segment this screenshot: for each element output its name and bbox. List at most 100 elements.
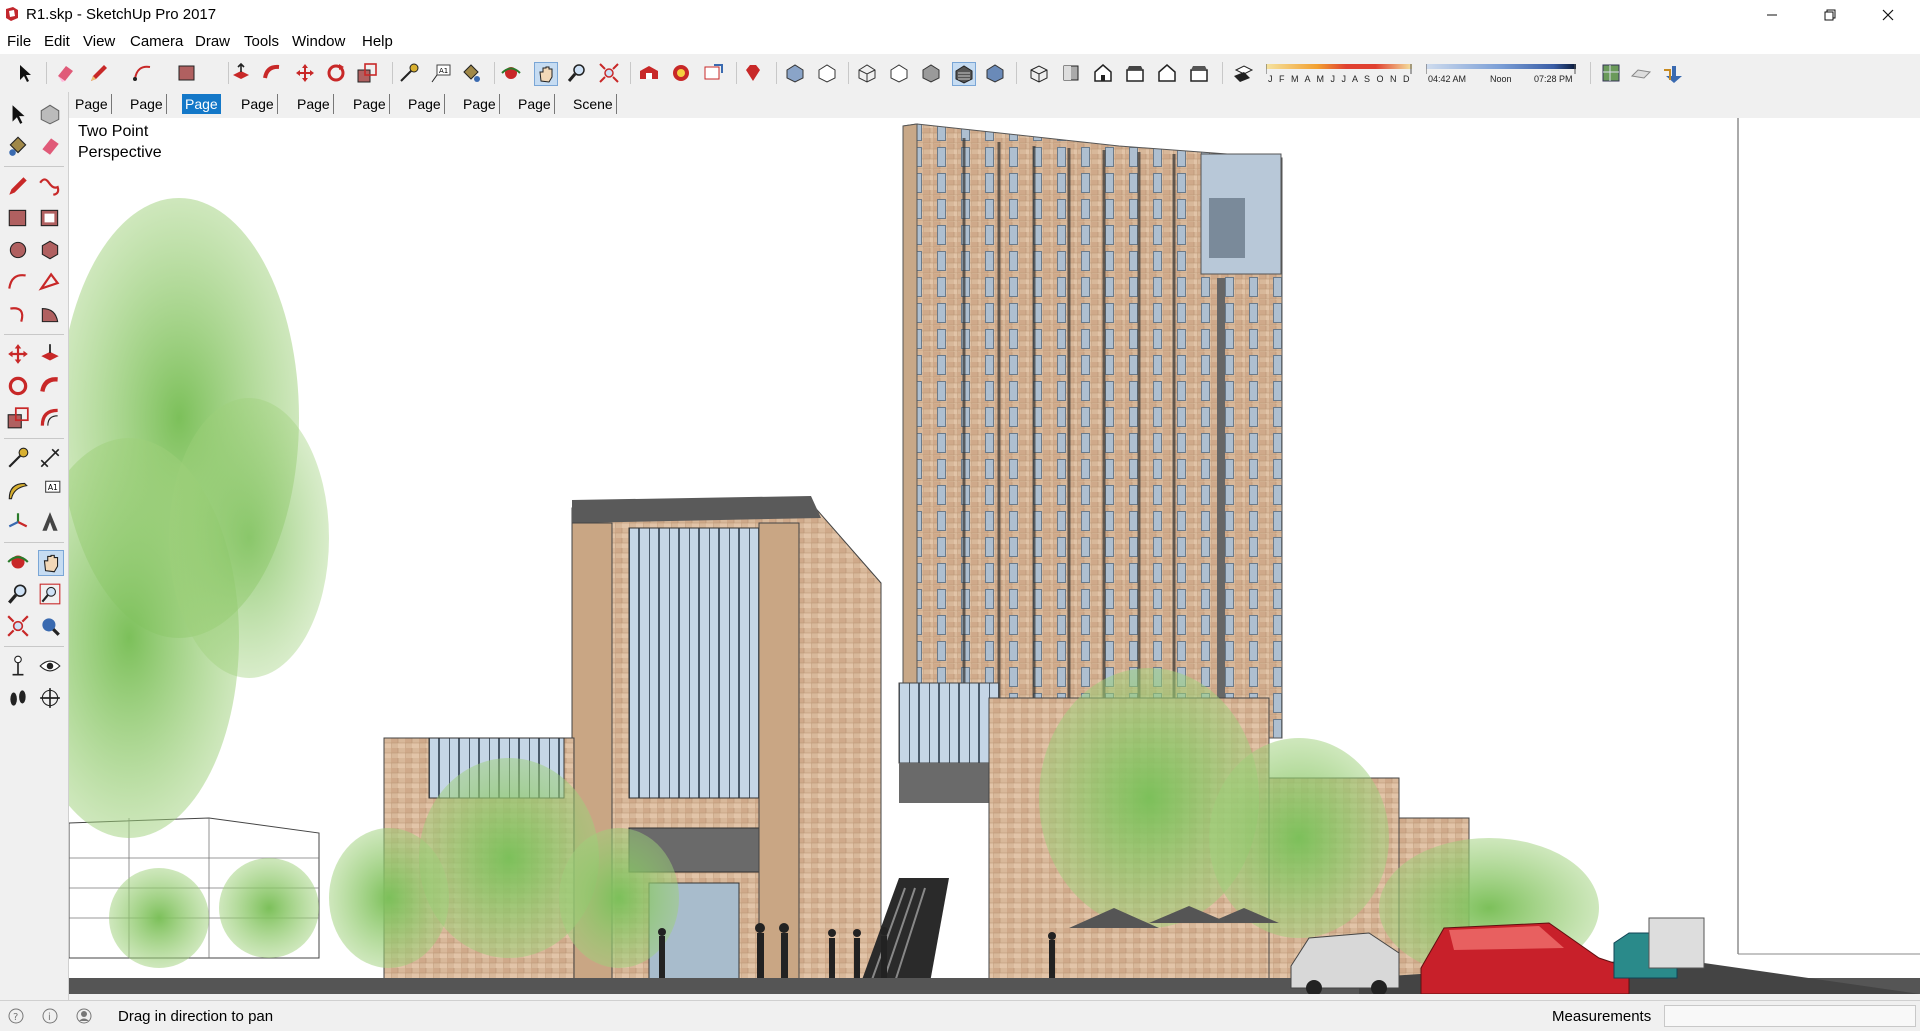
menu-draw[interactable]: Draw: [195, 33, 230, 50]
import-icon[interactable]: [1662, 62, 1684, 84]
rectangle-icon[interactable]: [6, 206, 30, 230]
menu-tools[interactable]: Tools: [244, 33, 279, 50]
menu-window[interactable]: Window: [292, 33, 345, 50]
tape-measure-icon[interactable]: [6, 446, 30, 470]
line-icon[interactable]: [6, 174, 30, 198]
rectangle-icon[interactable]: [176, 62, 198, 84]
rotate-icon[interactable]: [6, 374, 30, 398]
section-plane-icon[interactable]: [38, 686, 62, 710]
monochrome-icon[interactable]: [984, 62, 1006, 84]
two-point-arc-icon[interactable]: [38, 270, 62, 294]
pan-icon[interactable]: [38, 550, 64, 576]
pencil-icon[interactable]: [88, 62, 110, 84]
text-icon[interactable]: A1: [430, 62, 452, 84]
toggle-terrain-icon[interactable]: [1630, 62, 1652, 84]
eraser-icon[interactable]: [38, 134, 62, 158]
tab-page-4[interactable]: Page 4: [238, 94, 278, 132]
hidden-line-icon[interactable]: [888, 62, 910, 84]
3d-text-icon[interactable]: [38, 510, 62, 534]
back-view-icon[interactable]: [1156, 62, 1178, 84]
look-around-icon[interactable]: [38, 654, 62, 678]
follow-me-icon[interactable]: [261, 62, 283, 84]
component-icon[interactable]: [38, 102, 62, 126]
paint-icon[interactable]: [6, 134, 30, 158]
tab-page-6[interactable]: Page 6: [350, 94, 390, 132]
tab-scene-10[interactable]: Scene 10: [570, 94, 617, 132]
select-icon[interactable]: [14, 62, 36, 84]
model-viewport[interactable]: Two Point Perspective: [69, 118, 1920, 994]
tab-page-2[interactable]: Page 2: [127, 94, 167, 132]
polygon-icon[interactable]: [38, 238, 62, 262]
front-view-icon[interactable]: [1092, 62, 1114, 84]
tab-page-7[interactable]: Page 7: [405, 94, 445, 132]
zoom-extents-icon[interactable]: [598, 62, 620, 84]
zoom-extents-icon[interactable]: [6, 614, 30, 638]
geo-location-icon[interactable]: ?: [8, 1008, 24, 1024]
eraser-icon[interactable]: [54, 62, 76, 84]
warehouse-icon[interactable]: [638, 62, 660, 84]
tab-page-3[interactable]: Page 3: [182, 94, 221, 132]
freehand-icon[interactable]: [38, 174, 62, 198]
walk-icon[interactable]: [6, 686, 30, 710]
shadow-time-slider[interactable]: 04:42 AM Noon 07:28 PM: [1425, 64, 1576, 88]
follow-me-icon[interactable]: [38, 374, 62, 398]
zoom-window-icon[interactable]: [38, 582, 62, 606]
shaded-textures-icon[interactable]: [952, 62, 976, 86]
offset-icon[interactable]: [38, 406, 62, 430]
move-icon[interactable]: [294, 62, 316, 84]
menu-view[interactable]: View: [83, 33, 115, 50]
scale-icon[interactable]: [6, 406, 30, 430]
left-view-icon[interactable]: [1188, 62, 1210, 84]
add-location-icon[interactable]: [1600, 62, 1622, 84]
measurements-input[interactable]: [1664, 1005, 1916, 1027]
wireframe-icon[interactable]: [856, 62, 878, 84]
push-pull-icon[interactable]: [38, 342, 62, 366]
top-view-icon[interactable]: [1060, 62, 1082, 84]
tape-measure-icon[interactable]: [398, 62, 420, 84]
credits-icon[interactable]: i: [42, 1008, 58, 1024]
push-pull-icon[interactable]: [230, 62, 252, 84]
restore-button[interactable]: [1801, 0, 1859, 30]
iso-view-icon[interactable]: [1028, 62, 1050, 84]
minimize-button[interactable]: [1743, 0, 1801, 30]
close-button[interactable]: [1859, 0, 1917, 30]
zoom-icon[interactable]: [6, 582, 30, 606]
rotated-rectangle-icon[interactable]: [38, 206, 62, 230]
dimension-icon[interactable]: [38, 446, 62, 470]
tab-page-8[interactable]: Page 8: [460, 94, 500, 132]
shadow-month-slider[interactable]: J F M A M J J A S O N D: [1265, 64, 1412, 88]
menu-camera[interactable]: Camera: [130, 33, 183, 50]
previous-view-icon[interactable]: [38, 614, 62, 638]
paint-bucket-icon[interactable]: [460, 62, 482, 84]
share-model-icon[interactable]: [702, 62, 724, 84]
zoom-icon[interactable]: [566, 62, 588, 84]
orbit-icon[interactable]: [6, 550, 30, 574]
tab-page-1[interactable]: Page 1: [72, 94, 112, 132]
extension-warehouse-icon[interactable]: [670, 62, 692, 84]
xray-icon[interactable]: [784, 62, 806, 84]
arc-icon[interactable]: [6, 270, 30, 294]
menu-file[interactable]: File: [7, 33, 31, 50]
move-icon[interactable]: [6, 342, 30, 366]
arc-icon[interactable]: [132, 62, 154, 84]
rotate-icon[interactable]: [325, 62, 347, 84]
axes-icon[interactable]: [6, 510, 30, 534]
right-view-icon[interactable]: [1124, 62, 1146, 84]
user-account-icon[interactable]: [76, 1008, 92, 1024]
shaded-icon[interactable]: [920, 62, 942, 84]
tab-page-5[interactable]: Page 5: [294, 94, 334, 132]
menu-edit[interactable]: Edit: [44, 33, 70, 50]
shadows-icon[interactable]: [1232, 62, 1254, 84]
back-edges-icon[interactable]: [816, 62, 838, 84]
select-icon[interactable]: [6, 102, 30, 126]
protractor-icon[interactable]: [6, 478, 30, 502]
scale-icon[interactable]: [356, 62, 378, 84]
position-camera-icon[interactable]: [6, 654, 30, 678]
three-point-arc-icon[interactable]: [6, 302, 30, 326]
tab-page-9[interactable]: Page 9: [515, 94, 555, 132]
pan-icon[interactable]: [534, 62, 558, 86]
circle-icon[interactable]: [6, 238, 30, 262]
ruby-console-icon[interactable]: [742, 62, 764, 84]
text-icon[interactable]: A1: [38, 478, 62, 502]
menu-help[interactable]: Help: [362, 33, 393, 50]
